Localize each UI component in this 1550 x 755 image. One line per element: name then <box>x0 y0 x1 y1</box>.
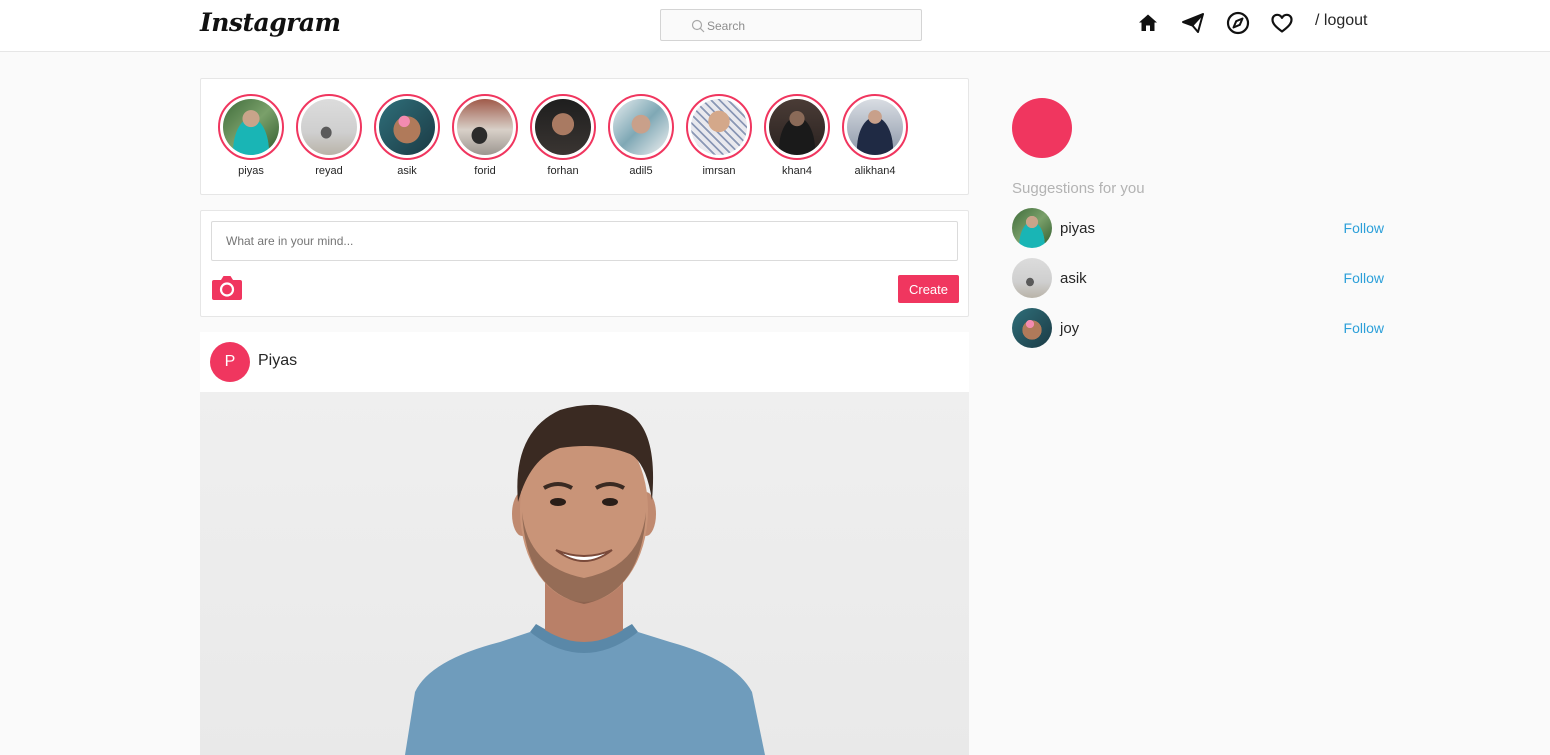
follow-button[interactable]: Follow <box>1344 270 1384 286</box>
story-username: khan4 <box>782 165 812 177</box>
story-username: forid <box>474 165 496 177</box>
story-item[interactable]: imrsan <box>685 94 753 177</box>
avatar[interactable] <box>1012 208 1052 248</box>
logout-link[interactable]: / logout <box>1315 12 1367 30</box>
avatar <box>223 99 279 155</box>
suggestion-row: piyas Follow <box>1012 208 1384 248</box>
post-username[interactable]: Piyas <box>258 352 297 370</box>
avatar <box>691 99 747 155</box>
avatar[interactable]: P <box>210 342 250 382</box>
feed-post: P Piyas <box>200 332 969 755</box>
story-ring <box>842 94 908 160</box>
story-username: piyas <box>238 165 264 177</box>
search-input[interactable] <box>707 16 907 36</box>
create-post-button[interactable]: Create <box>898 275 959 303</box>
story-ring <box>608 94 674 160</box>
story-ring <box>686 94 752 160</box>
current-user-avatar[interactable] <box>1012 98 1072 158</box>
avatar <box>535 99 591 155</box>
story-item[interactable]: forhan <box>529 94 597 177</box>
camera-icon[interactable] <box>211 272 243 302</box>
avatar <box>457 99 513 155</box>
search-box[interactable] <box>660 9 922 41</box>
stories-tray: piyas reyad asik forid forhan adil5 imrs… <box>200 78 969 195</box>
story-ring <box>296 94 362 160</box>
story-username: imrsan <box>702 165 736 177</box>
post-photo-illustration <box>405 404 765 755</box>
story-item[interactable]: asik <box>373 94 441 177</box>
post-composer: Create <box>200 210 969 317</box>
instagram-logo[interactable]: Instagram <box>200 8 341 37</box>
story-item[interactable]: khan4 <box>763 94 831 177</box>
story-username: adil5 <box>629 165 653 177</box>
suggestion-row: asik Follow <box>1012 258 1384 298</box>
avatar <box>769 99 825 155</box>
suggestion-row: joy Follow <box>1012 308 1384 348</box>
avatar[interactable] <box>1012 308 1052 348</box>
heart-icon[interactable] <box>1270 11 1294 35</box>
avatar <box>301 99 357 155</box>
paper-plane-icon[interactable] <box>1181 11 1205 35</box>
story-item[interactable]: reyad <box>295 94 363 177</box>
story-ring <box>530 94 596 160</box>
story-username: forhan <box>547 165 579 177</box>
avatar[interactable] <box>1012 258 1052 298</box>
avatar <box>847 99 903 155</box>
story-ring <box>218 94 284 160</box>
follow-button[interactable]: Follow <box>1344 220 1384 236</box>
story-item[interactable]: piyas <box>217 94 285 177</box>
story-username: asik <box>397 165 417 177</box>
suggestion-username[interactable]: asik <box>1060 270 1087 287</box>
story-ring <box>452 94 518 160</box>
suggestion-username[interactable]: piyas <box>1060 220 1095 237</box>
story-username: alikhan4 <box>854 165 896 177</box>
suggestions-heading: Suggestions for you <box>1012 180 1145 197</box>
home-icon[interactable] <box>1136 11 1160 35</box>
story-username: reyad <box>315 165 343 177</box>
avatar <box>613 99 669 155</box>
post-header: P Piyas <box>200 332 969 392</box>
suggestion-username[interactable]: joy <box>1060 320 1079 337</box>
story-ring <box>764 94 830 160</box>
post-text-input[interactable] <box>211 221 958 261</box>
search-icon <box>691 19 705 33</box>
top-navbar: Instagram / logout <box>0 0 1550 52</box>
story-item[interactable]: adil5 <box>607 94 675 177</box>
story-ring <box>374 94 440 160</box>
story-item[interactable]: forid <box>451 94 519 177</box>
avatar <box>379 99 435 155</box>
compass-icon[interactable] <box>1226 11 1250 35</box>
post-image[interactable] <box>200 392 969 755</box>
story-item[interactable]: alikhan4 <box>841 94 909 177</box>
follow-button[interactable]: Follow <box>1344 320 1384 336</box>
